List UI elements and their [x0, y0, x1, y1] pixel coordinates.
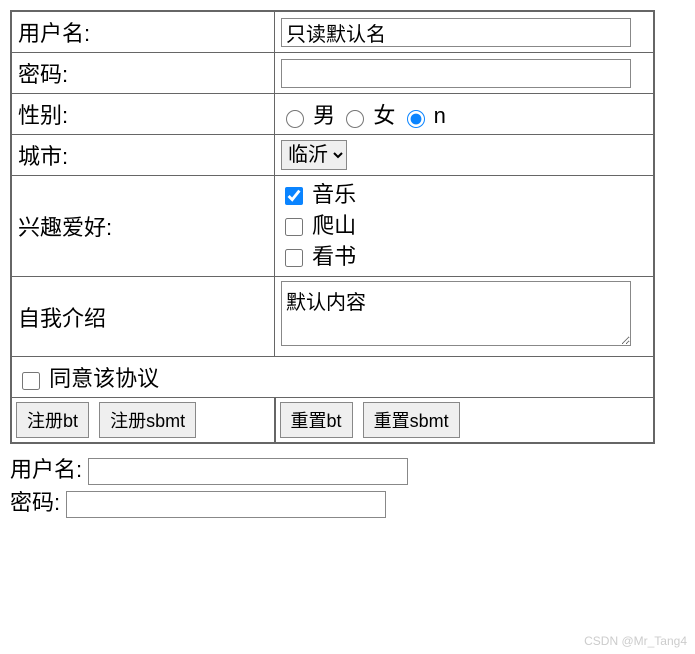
gender-female-radio[interactable] — [346, 110, 364, 128]
hobby-climb-option[interactable]: 爬山 — [281, 213, 356, 238]
register-bt-button[interactable]: 注册bt — [16, 402, 89, 438]
agree-cell: 同意该协议 — [11, 357, 654, 398]
agree-option[interactable]: 同意该协议 — [18, 366, 159, 391]
form-table: 用户名: 密码: 性别: 男 女 n 城市: — [10, 10, 655, 444]
username-label: 用户名: — [11, 11, 275, 53]
intro-label: 自我介绍 — [11, 277, 275, 357]
below-form: 用户名: 密码: — [10, 452, 685, 518]
hobby-label: 兴趣爱好: — [11, 176, 275, 277]
hobby-group: 音乐 爬山 看书 — [275, 176, 655, 277]
password-input[interactable] — [281, 59, 631, 88]
gender-female-option[interactable]: 女 — [341, 103, 401, 128]
hobby-music-option[interactable]: 音乐 — [281, 182, 356, 207]
gender-label: 性别: — [11, 94, 275, 135]
register-sbmt-button[interactable]: 注册sbmt — [99, 402, 196, 438]
below-password-input[interactable] — [66, 491, 386, 518]
agree-checkbox[interactable] — [22, 372, 40, 390]
gender-n-option[interactable]: n — [402, 103, 446, 128]
below-username-label: 用户名: — [10, 457, 82, 482]
hobby-read-checkbox[interactable] — [285, 249, 303, 267]
gender-male-radio[interactable] — [286, 110, 304, 128]
reset-bt-button[interactable]: 重置bt — [280, 402, 353, 438]
gender-male-option[interactable]: 男 — [281, 103, 341, 128]
below-password-label: 密码: — [10, 490, 60, 515]
hobby-music-checkbox[interactable] — [285, 187, 303, 205]
below-username-input[interactable] — [88, 458, 408, 485]
password-label: 密码: — [11, 53, 275, 94]
city-select[interactable]: 临沂 — [281, 140, 347, 170]
hobby-read-option[interactable]: 看书 — [281, 244, 356, 269]
button-cell-left: 注册bt 注册sbmt — [11, 398, 275, 444]
reset-sbmt-button[interactable]: 重置sbmt — [363, 402, 460, 438]
gender-group: 男 女 n — [275, 94, 655, 135]
watermark: CSDN @Mr_Tang4 — [584, 634, 687, 648]
gender-n-radio[interactable] — [407, 110, 425, 128]
hobby-climb-checkbox[interactable] — [285, 218, 303, 236]
city-label: 城市: — [11, 135, 275, 176]
intro-textarea[interactable] — [281, 281, 631, 346]
button-cell-right: 重置bt 重置sbmt — [275, 398, 655, 444]
username-input[interactable] — [281, 18, 631, 47]
